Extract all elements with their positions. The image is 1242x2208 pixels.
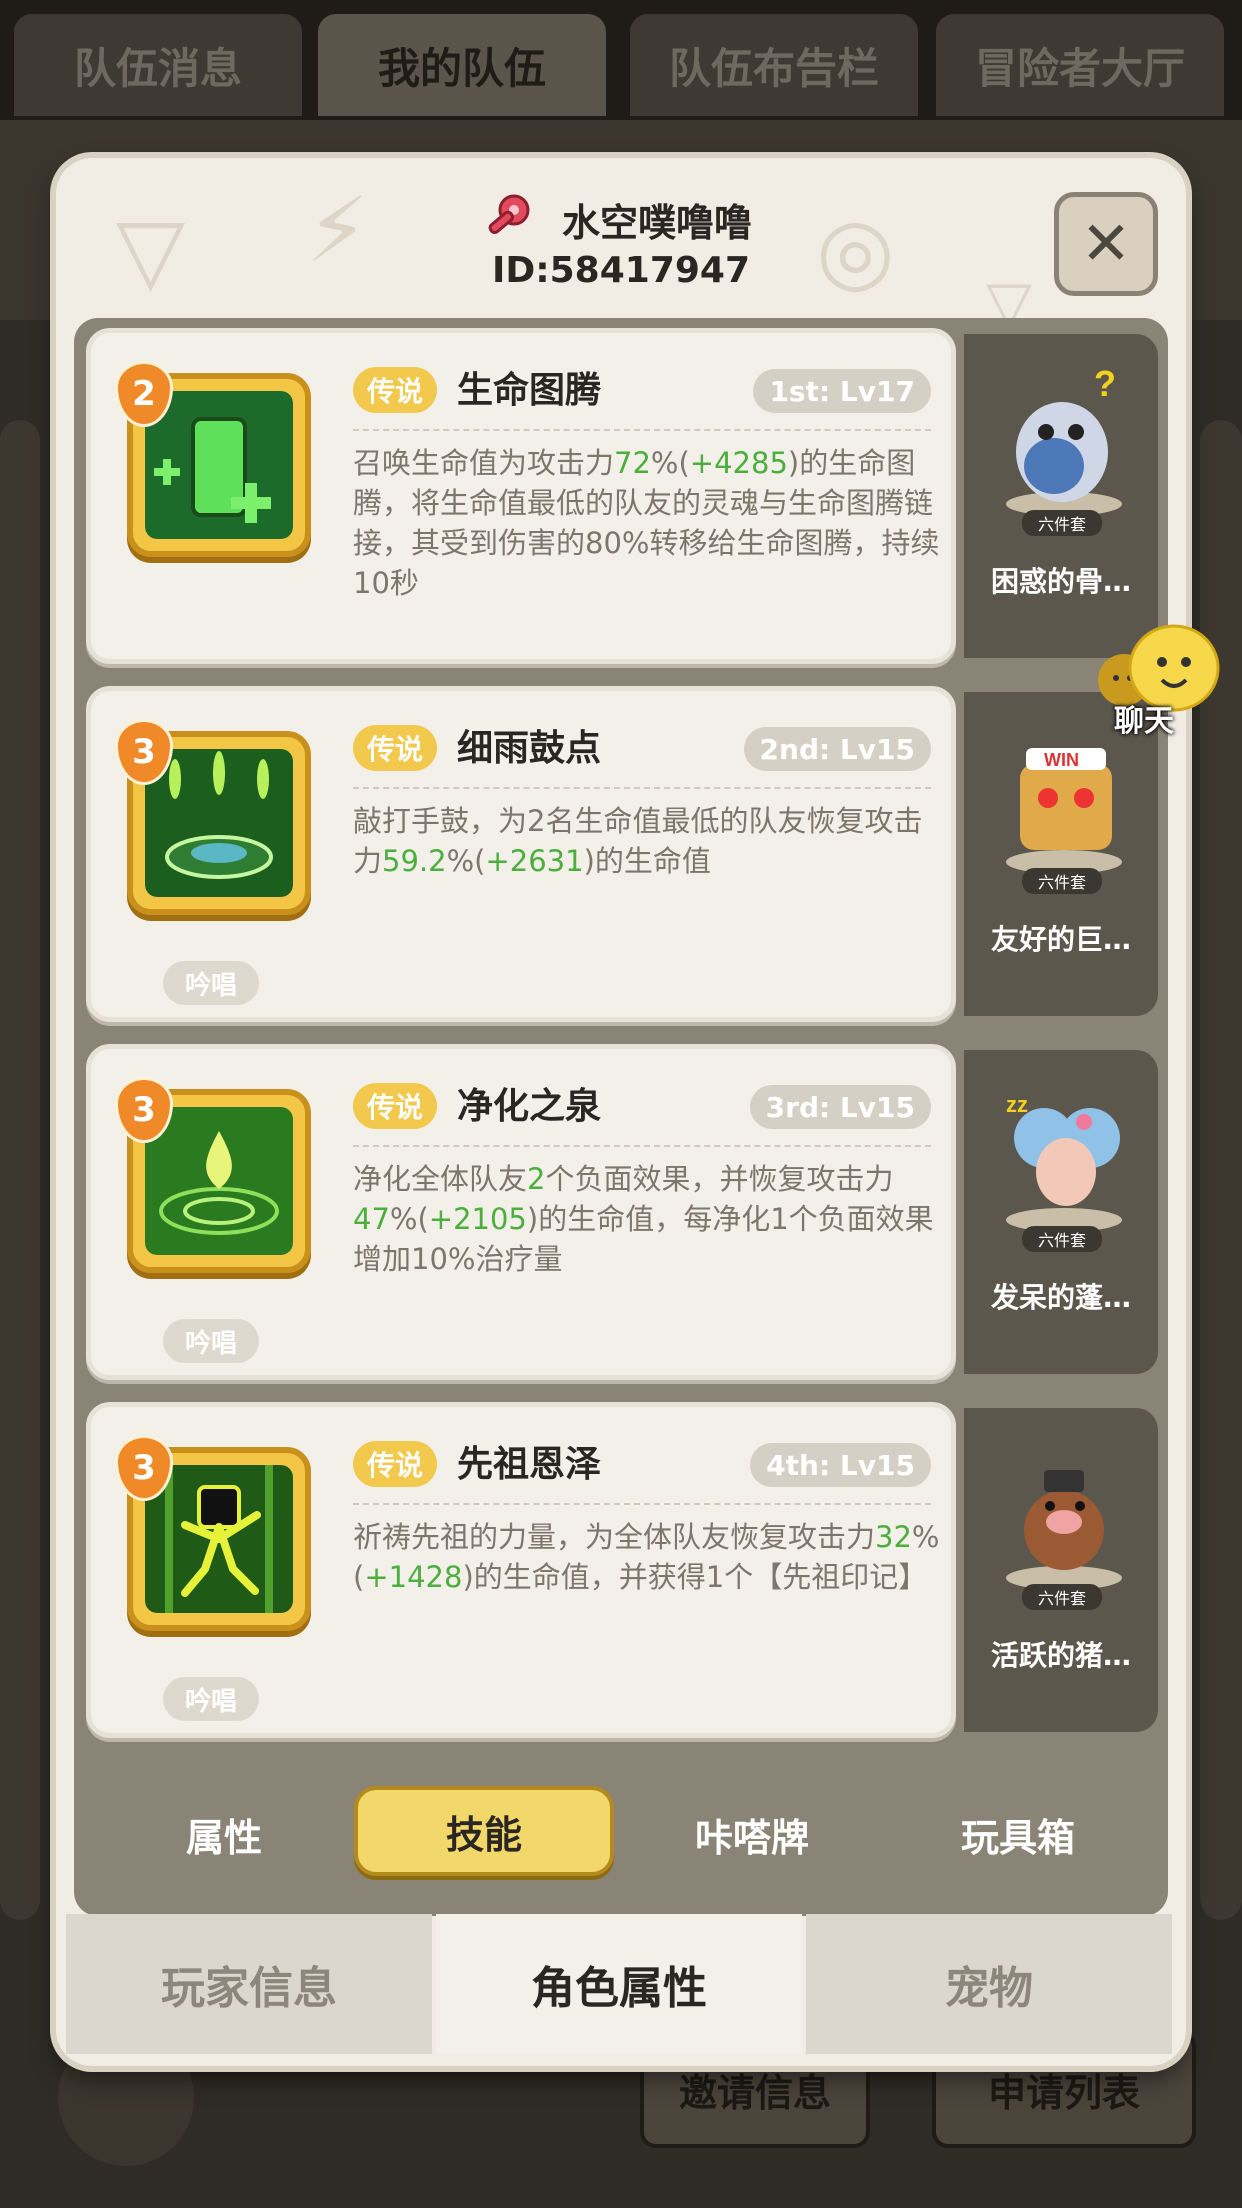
skill-row: 3 传说 细雨鼓点 2nd: Lv15 敲打手鼓，为2名生命值最低的队友恢复攻击… [74,680,1168,1028]
player-id: ID:58417947 [491,250,751,291]
rarity-badge: 传说 [353,725,438,771]
pet-name: 困惑的骨… [990,565,1131,598]
chat-label[interactable]: 聊天 [1114,696,1174,740]
skill-name: 先祖恩泽 [457,1444,602,1485]
rarity-badge: 传说 [353,1441,438,1487]
tab-team-board[interactable]: 队伍布告栏 [630,14,918,116]
pet-set-badge: 六件套 [1022,1226,1102,1252]
skill-name: 生命图腾 [457,370,602,411]
bottom-tab-bar: 玩家信息 角色属性 宠物 [66,1914,1176,2064]
skill-description: 敲打手鼓，为2名生命值最低的队友恢复攻击力59.2%(+2631)的生命值 [353,801,941,881]
tab-skills[interactable]: 技能 [354,1786,614,1876]
ancestral-blessing-icon [145,1465,293,1613]
tab-my-team[interactable]: 我的队伍 [318,14,606,116]
rarity-badge: 传说 [353,1083,438,1129]
highlight-value: +4285 [689,446,788,480]
skill-slot-tag: 1st: Lv17 [753,369,931,413]
tab-adventurer-hall[interactable]: 冒险者大厅 [936,14,1224,116]
life-totem-icon [145,391,293,539]
pet-slot[interactable]: ? 六件套 困惑的骨… [964,334,1158,658]
skill-slot-tag: 4th: Lv15 [750,1443,931,1487]
skill-name: 净化之泉 [457,1086,602,1127]
close-icon: ✕ [1080,209,1132,279]
pet-name: 友好的巨… [990,923,1131,956]
rarity-badge: 传说 [353,367,438,413]
tab-player-info[interactable]: 玩家信息 [66,1914,432,2054]
tab-team-messages[interactable]: 队伍消息 [14,14,302,116]
key-icon [488,194,530,235]
svg-text:zz: zz [1006,1092,1028,1117]
pet-name: 发呆的蓬… [990,1281,1131,1314]
skill-list[interactable]: 2 传说 生命图腾 1st: Lv17 召唤生命值为攻击力72%(+4285)的… [74,318,1168,1916]
skill-description: 祈祷先祖的力量，为全体队友恢复攻击力32%(+1428)的生命值，并获得1个【先… [353,1517,941,1597]
description-text: 召唤生命值为攻击力 [353,446,615,480]
chant-tag: 吟唱 [163,961,259,1005]
pet-slot[interactable]: WIN 六件套 友好的巨… [964,692,1158,1016]
divider [353,429,931,431]
tab-attributes[interactable]: 属性 [94,1780,354,1888]
highlight-value: +2105 [428,1202,527,1236]
svg-text:WIN: WIN [1044,750,1079,770]
description-text: %( [446,844,486,878]
skill-card[interactable]: 2 传说 生命图腾 1st: Lv17 召唤生命值为攻击力72%(+4285)的… [86,328,956,664]
highlight-value: +2631 [485,844,584,878]
player-name: 水空噗噜噜 [562,201,753,245]
tab-pets[interactable]: 宠物 [806,1914,1172,2054]
pet-set-badge: 六件套 [1022,510,1102,536]
highlight-value: +1428 [364,1560,463,1594]
skill-row: 3 传说 先祖恩泽 4th: Lv15 祈祷先祖的力量，为全体队友恢复攻击力32… [74,1396,1168,1744]
chant-tag: 吟唱 [163,1677,259,1721]
tab-kata-cards[interactable]: 咔嗒牌 [622,1780,882,1888]
skill-description: 净化全体队友2个负面效果，并恢复攻击力47%(+2105)的生命值，每净化1个负… [353,1159,941,1279]
skill-card[interactable]: 3 传说 细雨鼓点 2nd: Lv15 敲打手鼓，为2名生命值最低的队友恢复攻击… [86,686,956,1022]
pet-slot[interactable]: zz 六件套 发呆的蓬… [964,1050,1158,1374]
highlight-value: 59.2 [382,844,447,878]
skill-row: 3 传说 净化之泉 3rd: Lv15 净化全体队友2个负面效果，并恢复攻击力4… [74,1038,1168,1386]
divider [353,787,931,789]
highlight-value: 32 [875,1520,912,1554]
background-card-left [0,420,40,1920]
skill-row: 2 传说 生命图腾 1st: Lv17 召唤生命值为攻击力72%(+4285)的… [74,322,1168,670]
drizzle-drum-icon [145,749,293,897]
skill-card[interactable]: 3 传说 净化之泉 3rd: Lv15 净化全体队友2个负面效果，并恢复攻击力4… [86,1044,956,1380]
tab-toy-box[interactable]: 玩具箱 [888,1780,1148,1888]
skill-name: 细雨鼓点 [457,728,602,769]
chant-tag: 吟唱 [163,1319,259,1363]
tab-character-attributes[interactable]: 角色属性 [436,1914,802,2054]
description-text: %( [650,446,690,480]
confused-dragon-pet-icon: ? [1006,363,1122,516]
player-detail-panel: ▽ ⚡ ◎ ▽ 水空噗噜噜 ID:58417947 ✕ 2 传说 生命图腾 1s… [56,158,1186,2066]
pet-set-badge: 六件套 [1022,868,1102,894]
dazed-sheep-pet-icon: zz [1006,1092,1122,1232]
description-text: 祈祷先祖的力量，为全体队友恢复攻击力 [353,1520,876,1554]
skill-slot-tag: 2nd: Lv15 [743,727,931,771]
skill-slot-tag: 3rd: Lv15 [749,1085,931,1129]
friendly-giant-pet-icon: WIN [1006,748,1122,874]
divider [353,1503,931,1505]
divider [353,1145,931,1147]
description-text: 个负面效果，并恢复攻击力 [545,1162,894,1196]
description-text: )的生命值 [583,844,711,878]
purifying-spring-icon [145,1107,293,1255]
highlight-value: 47 [353,1202,390,1236]
close-button[interactable]: ✕ [1054,192,1158,296]
svg-text:?: ? [1094,363,1116,404]
lively-boar-pet-icon [1006,1470,1122,1590]
highlight-value: 2 [527,1162,546,1196]
pet-name: 活跃的猪… [990,1639,1131,1672]
description-text: 净化全体队友 [353,1162,528,1196]
pet-set-badge: 六件套 [1022,1584,1102,1610]
sub-tab-bar: 属性 技能 咔嗒牌 玩具箱 [82,1780,1160,1888]
skill-card[interactable]: 3 传说 先祖恩泽 4th: Lv15 祈祷先祖的力量，为全体队友恢复攻击力32… [86,1402,956,1738]
pet-slot[interactable]: 六件套 活跃的猪… [964,1408,1158,1732]
skill-description: 召唤生命值为攻击力72%(+4285)的生命图腾，将生命值最低的队友的灵魂与生命… [353,443,941,603]
description-text: %( [389,1202,429,1236]
highlight-value: 72 [614,446,651,480]
description-text: )的生命值，并获得1个【先祖印记】 [462,1560,928,1594]
